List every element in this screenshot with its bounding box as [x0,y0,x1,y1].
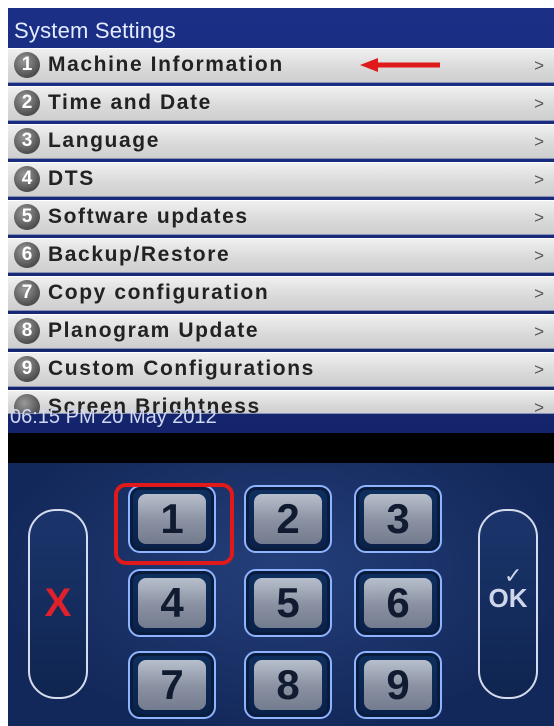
number-badge: 4 [14,166,40,192]
ok-button[interactable]: ✓ OK [478,509,538,699]
ok-label: OK [488,583,528,613]
key-label: 8 [254,660,322,710]
menu-item-label: Time and Date [48,91,212,114]
key-label: 5 [254,578,322,628]
key-4[interactable]: 4 [128,569,216,637]
menu-item-label: Language [48,129,160,152]
key-3[interactable]: 3 [354,485,442,553]
chevron-right-icon: > [534,170,544,189]
chevron-right-icon: > [534,322,544,341]
key-2[interactable]: 2 [244,485,332,553]
menu-item-label: Software updates [48,205,249,228]
number-badge: 9 [14,356,40,382]
menu-item-label: Planogram Update [48,319,260,342]
menu-item-planogram-update[interactable]: 8 Planogram Update > [8,314,554,349]
chevron-right-icon: > [534,284,544,303]
cancel-x-icon: X [44,581,72,625]
chevron-right-icon: > [534,56,544,75]
key-label: 9 [364,660,432,710]
menu-item-label: Machine Information [48,53,284,76]
key-6[interactable]: 6 [354,569,442,637]
annotation-highlight-box [114,483,234,565]
menu-item-custom-configurations[interactable]: 9 Custom Configurations > [8,352,554,387]
settings-screen: System Settings 1 Machine Information > … [8,8,554,433]
key-label: 7 [138,660,206,710]
key-label: 4 [138,578,206,628]
menu-item-machine-information[interactable]: 1 Machine Information > [8,48,554,83]
cancel-button[interactable]: X [28,509,88,699]
key-label: 6 [364,578,432,628]
number-badge: 7 [14,280,40,306]
chevron-right-icon: > [534,208,544,227]
chevron-right-icon: > [534,132,544,151]
menu-item-dts[interactable]: 4 DTS > [8,162,554,197]
menu-item-label: DTS [48,167,95,190]
key-8[interactable]: 8 [244,651,332,719]
number-badge: 5 [14,204,40,230]
status-datetime: 06:15 PM 20 May 2012 [10,406,217,428]
chevron-right-icon: > [534,246,544,265]
menu-item-language[interactable]: 3 Language > [8,124,554,159]
key-5[interactable]: 5 [244,569,332,637]
key-9[interactable]: 9 [354,651,442,719]
number-badge: 6 [14,242,40,268]
menu-item-label: Copy configuration [48,281,270,304]
number-badge: 3 [14,128,40,154]
key-label: 2 [254,494,322,544]
settings-menu: 1 Machine Information > 2 Time and Date … [8,48,554,417]
chevron-right-icon: > [534,360,544,379]
menu-item-label: Backup/Restore [48,243,231,266]
menu-item-backup-restore[interactable]: 6 Backup/Restore > [8,238,554,273]
chevron-right-icon: > [534,94,544,113]
menu-item-software-updates[interactable]: 5 Software updates > [8,200,554,235]
chevron-right-icon: > [534,398,544,414]
menu-item-time-and-date[interactable]: 2 Time and Date > [8,86,554,121]
device-frame: System Settings 1 Machine Information > … [8,8,554,726]
key-7[interactable]: 7 [128,651,216,719]
number-badge: 1 [14,52,40,78]
keypad-panel: X 1 2 3 4 5 6 7 8 9 ✓ OK [8,463,554,726]
annotation-arrow-icon [360,58,440,72]
key-label: 3 [364,494,432,544]
page-title: System Settings [14,18,176,43]
menu-item-label: Custom Configurations [48,357,315,380]
number-badge: 8 [14,318,40,344]
menu-item-copy-configuration[interactable]: 7 Copy configuration > [8,276,554,311]
number-badge: 2 [14,90,40,116]
